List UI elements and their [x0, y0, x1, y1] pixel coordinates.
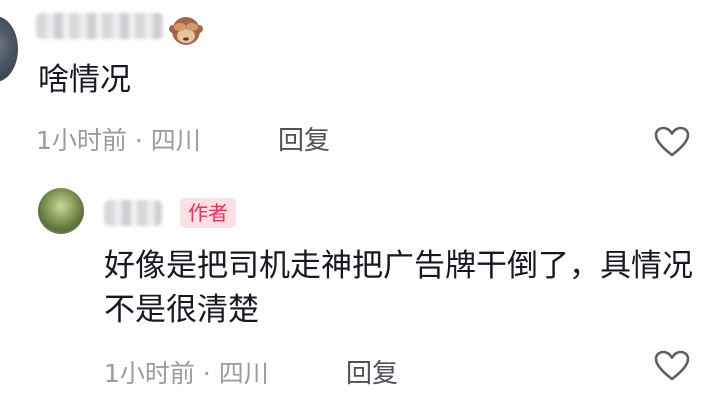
- heart-outline-icon[interactable]: [654, 126, 690, 158]
- comment-meta: 1小时前 · 四川: [36, 126, 201, 155]
- see-no-evil-monkey-icon: [169, 17, 203, 45]
- comment-text: 好像是把司机走神把广告牌干倒了，具情况不是很清楚: [104, 248, 693, 328]
- avatar[interactable]: [0, 16, 18, 82]
- comment-text: 啥情况: [38, 62, 131, 98]
- author-badge: 作者: [180, 198, 236, 228]
- comment-meta: 1小时前 · 四川: [104, 359, 269, 388]
- author-name-blurred[interactable]: [104, 200, 162, 226]
- reply-button[interactable]: 回复: [278, 120, 330, 157]
- author-name-blurred[interactable]: [36, 13, 164, 39]
- reply-button[interactable]: 回复: [346, 353, 398, 390]
- heart-outline-icon[interactable]: [654, 350, 690, 382]
- avatar[interactable]: [38, 188, 84, 234]
